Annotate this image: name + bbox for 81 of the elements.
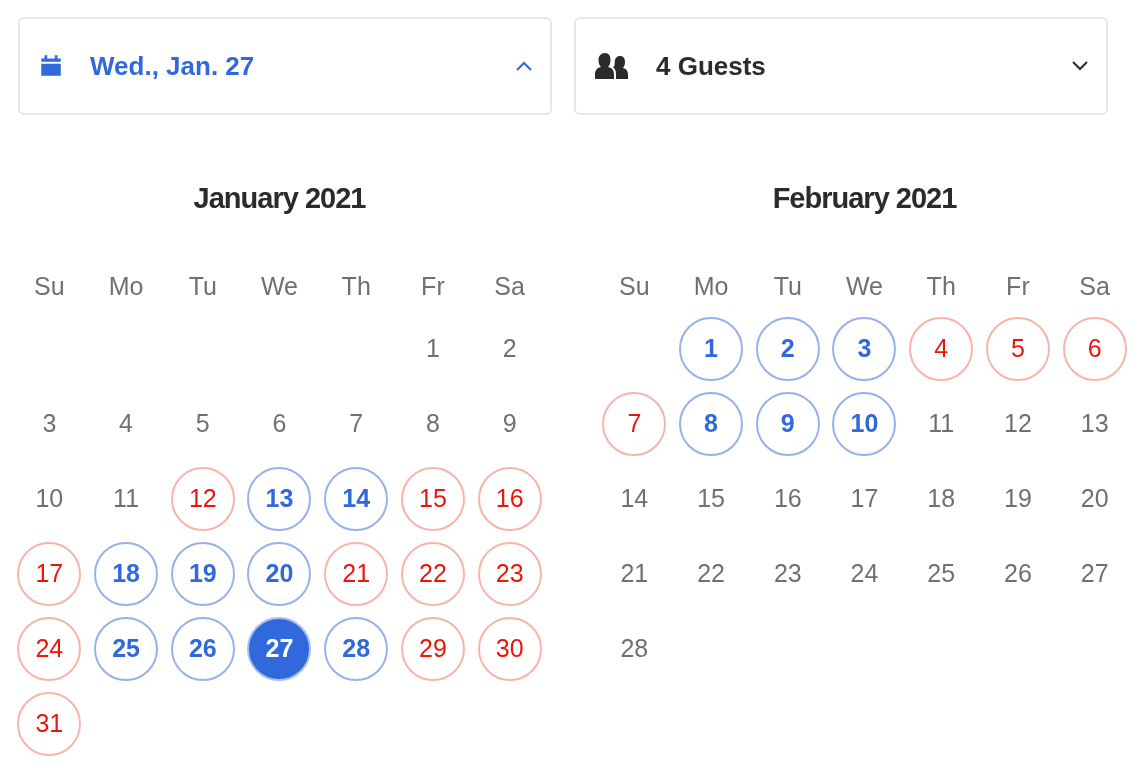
- unavailable-day[interactable]: 4: [909, 316, 974, 381]
- available-day[interactable]: 2: [755, 316, 820, 381]
- calendar-day[interactable]: 27: [1062, 541, 1127, 606]
- unavailable-day[interactable]: 7: [602, 391, 667, 456]
- available-day[interactable]: 26: [170, 616, 235, 681]
- unavailable-day[interactable]: 22: [400, 541, 465, 606]
- calendar-icon: [38, 53, 64, 79]
- weekday-label: Mo: [693, 271, 729, 301]
- available-day[interactable]: 1: [679, 316, 744, 381]
- available-day[interactable]: 25: [94, 616, 159, 681]
- calendar-day[interactable]: 9: [477, 391, 542, 456]
- month-title: January 2021: [192, 181, 367, 216]
- calendar-day[interactable]: 21: [602, 541, 667, 606]
- calendar-day[interactable]: 23: [755, 541, 820, 606]
- calendar-day[interactable]: 25: [909, 541, 974, 606]
- weekday-label: Fr: [421, 271, 445, 301]
- weekday-label: Tu: [773, 271, 802, 301]
- calendar-day[interactable]: 8: [400, 391, 465, 456]
- month-title: February 2021: [771, 181, 958, 216]
- weekday-label: We: [260, 271, 298, 301]
- calendar-day[interactable]: 16: [755, 466, 820, 531]
- calendar-day[interactable]: 18: [909, 466, 974, 531]
- calendar-day[interactable]: 11: [94, 466, 159, 531]
- available-day[interactable]: 8: [679, 391, 744, 456]
- unavailable-day[interactable]: 6: [1062, 316, 1127, 381]
- weekday-label: Th: [341, 271, 371, 301]
- calendar-day[interactable]: 15: [679, 466, 744, 531]
- calendar-day[interactable]: 10: [17, 466, 82, 531]
- calendar-day[interactable]: 14: [602, 466, 667, 531]
- unavailable-day[interactable]: 5: [985, 316, 1050, 381]
- available-day[interactable]: 14: [324, 466, 389, 531]
- calendar-day[interactable]: 22: [679, 541, 744, 606]
- unavailable-day[interactable]: 24: [17, 616, 82, 681]
- unavailable-day[interactable]: 12: [170, 466, 235, 531]
- calendar-day[interactable]: 24: [832, 541, 897, 606]
- calendar-day[interactable]: 4: [94, 391, 159, 456]
- chevron-up-icon: [516, 61, 532, 71]
- calendar-day[interactable]: 12: [985, 391, 1050, 456]
- calendar-day[interactable]: 26: [985, 541, 1050, 606]
- calendar-day[interactable]: 3: [17, 391, 82, 456]
- calendar-day[interactable]: 5: [170, 391, 235, 456]
- calendar-day[interactable]: 19: [985, 466, 1050, 531]
- weekday-label: Mo: [108, 271, 144, 301]
- unavailable-day[interactable]: 31: [17, 691, 82, 756]
- unavailable-day[interactable]: 16: [477, 466, 542, 531]
- available-day[interactable]: 18: [94, 541, 159, 606]
- calendar-day[interactable]: 13: [1062, 391, 1127, 456]
- calendar-day[interactable]: 7: [324, 391, 389, 456]
- available-day[interactable]: 20: [247, 541, 312, 606]
- unavailable-day[interactable]: 17: [17, 541, 82, 606]
- guests-dropdown[interactable]: 4 Guests: [574, 17, 1108, 115]
- weekday-label: Su: [34, 271, 65, 301]
- available-day[interactable]: 9: [755, 391, 820, 456]
- available-day[interactable]: 10: [832, 391, 897, 456]
- calendar-day[interactable]: 28: [602, 616, 667, 681]
- weekday-label: Su: [619, 271, 650, 301]
- chevron-down-icon: [1072, 61, 1088, 71]
- calendar-day[interactable]: 11: [909, 391, 974, 456]
- date-dropdown[interactable]: Wed., Jan. 27: [18, 17, 552, 115]
- weekday-label: Fr: [1006, 271, 1030, 301]
- weekday-label: Sa: [494, 271, 525, 301]
- weekday-label: Tu: [188, 271, 217, 301]
- calendar-day[interactable]: 1: [400, 316, 465, 381]
- available-day[interactable]: 13: [247, 466, 312, 531]
- weekday-label: Th: [926, 271, 956, 301]
- unavailable-day[interactable]: 29: [400, 616, 465, 681]
- unavailable-day[interactable]: 15: [400, 466, 465, 531]
- unavailable-day[interactable]: 23: [477, 541, 542, 606]
- calendar-day[interactable]: 6: [247, 391, 312, 456]
- calendar-day[interactable]: 20: [1062, 466, 1127, 531]
- calendar-day[interactable]: 17: [832, 466, 897, 531]
- weekday-label: We: [845, 271, 883, 301]
- unavailable-day[interactable]: 21: [324, 541, 389, 606]
- available-day[interactable]: 19: [170, 541, 235, 606]
- calendar-day[interactable]: 2: [477, 316, 542, 381]
- unavailable-day[interactable]: 30: [477, 616, 542, 681]
- weekday-label: Sa: [1079, 271, 1110, 301]
- selected-day[interactable]: 27: [247, 616, 312, 681]
- available-day[interactable]: 28: [324, 616, 389, 681]
- available-day[interactable]: 3: [832, 316, 897, 381]
- people-icon: [594, 51, 630, 81]
